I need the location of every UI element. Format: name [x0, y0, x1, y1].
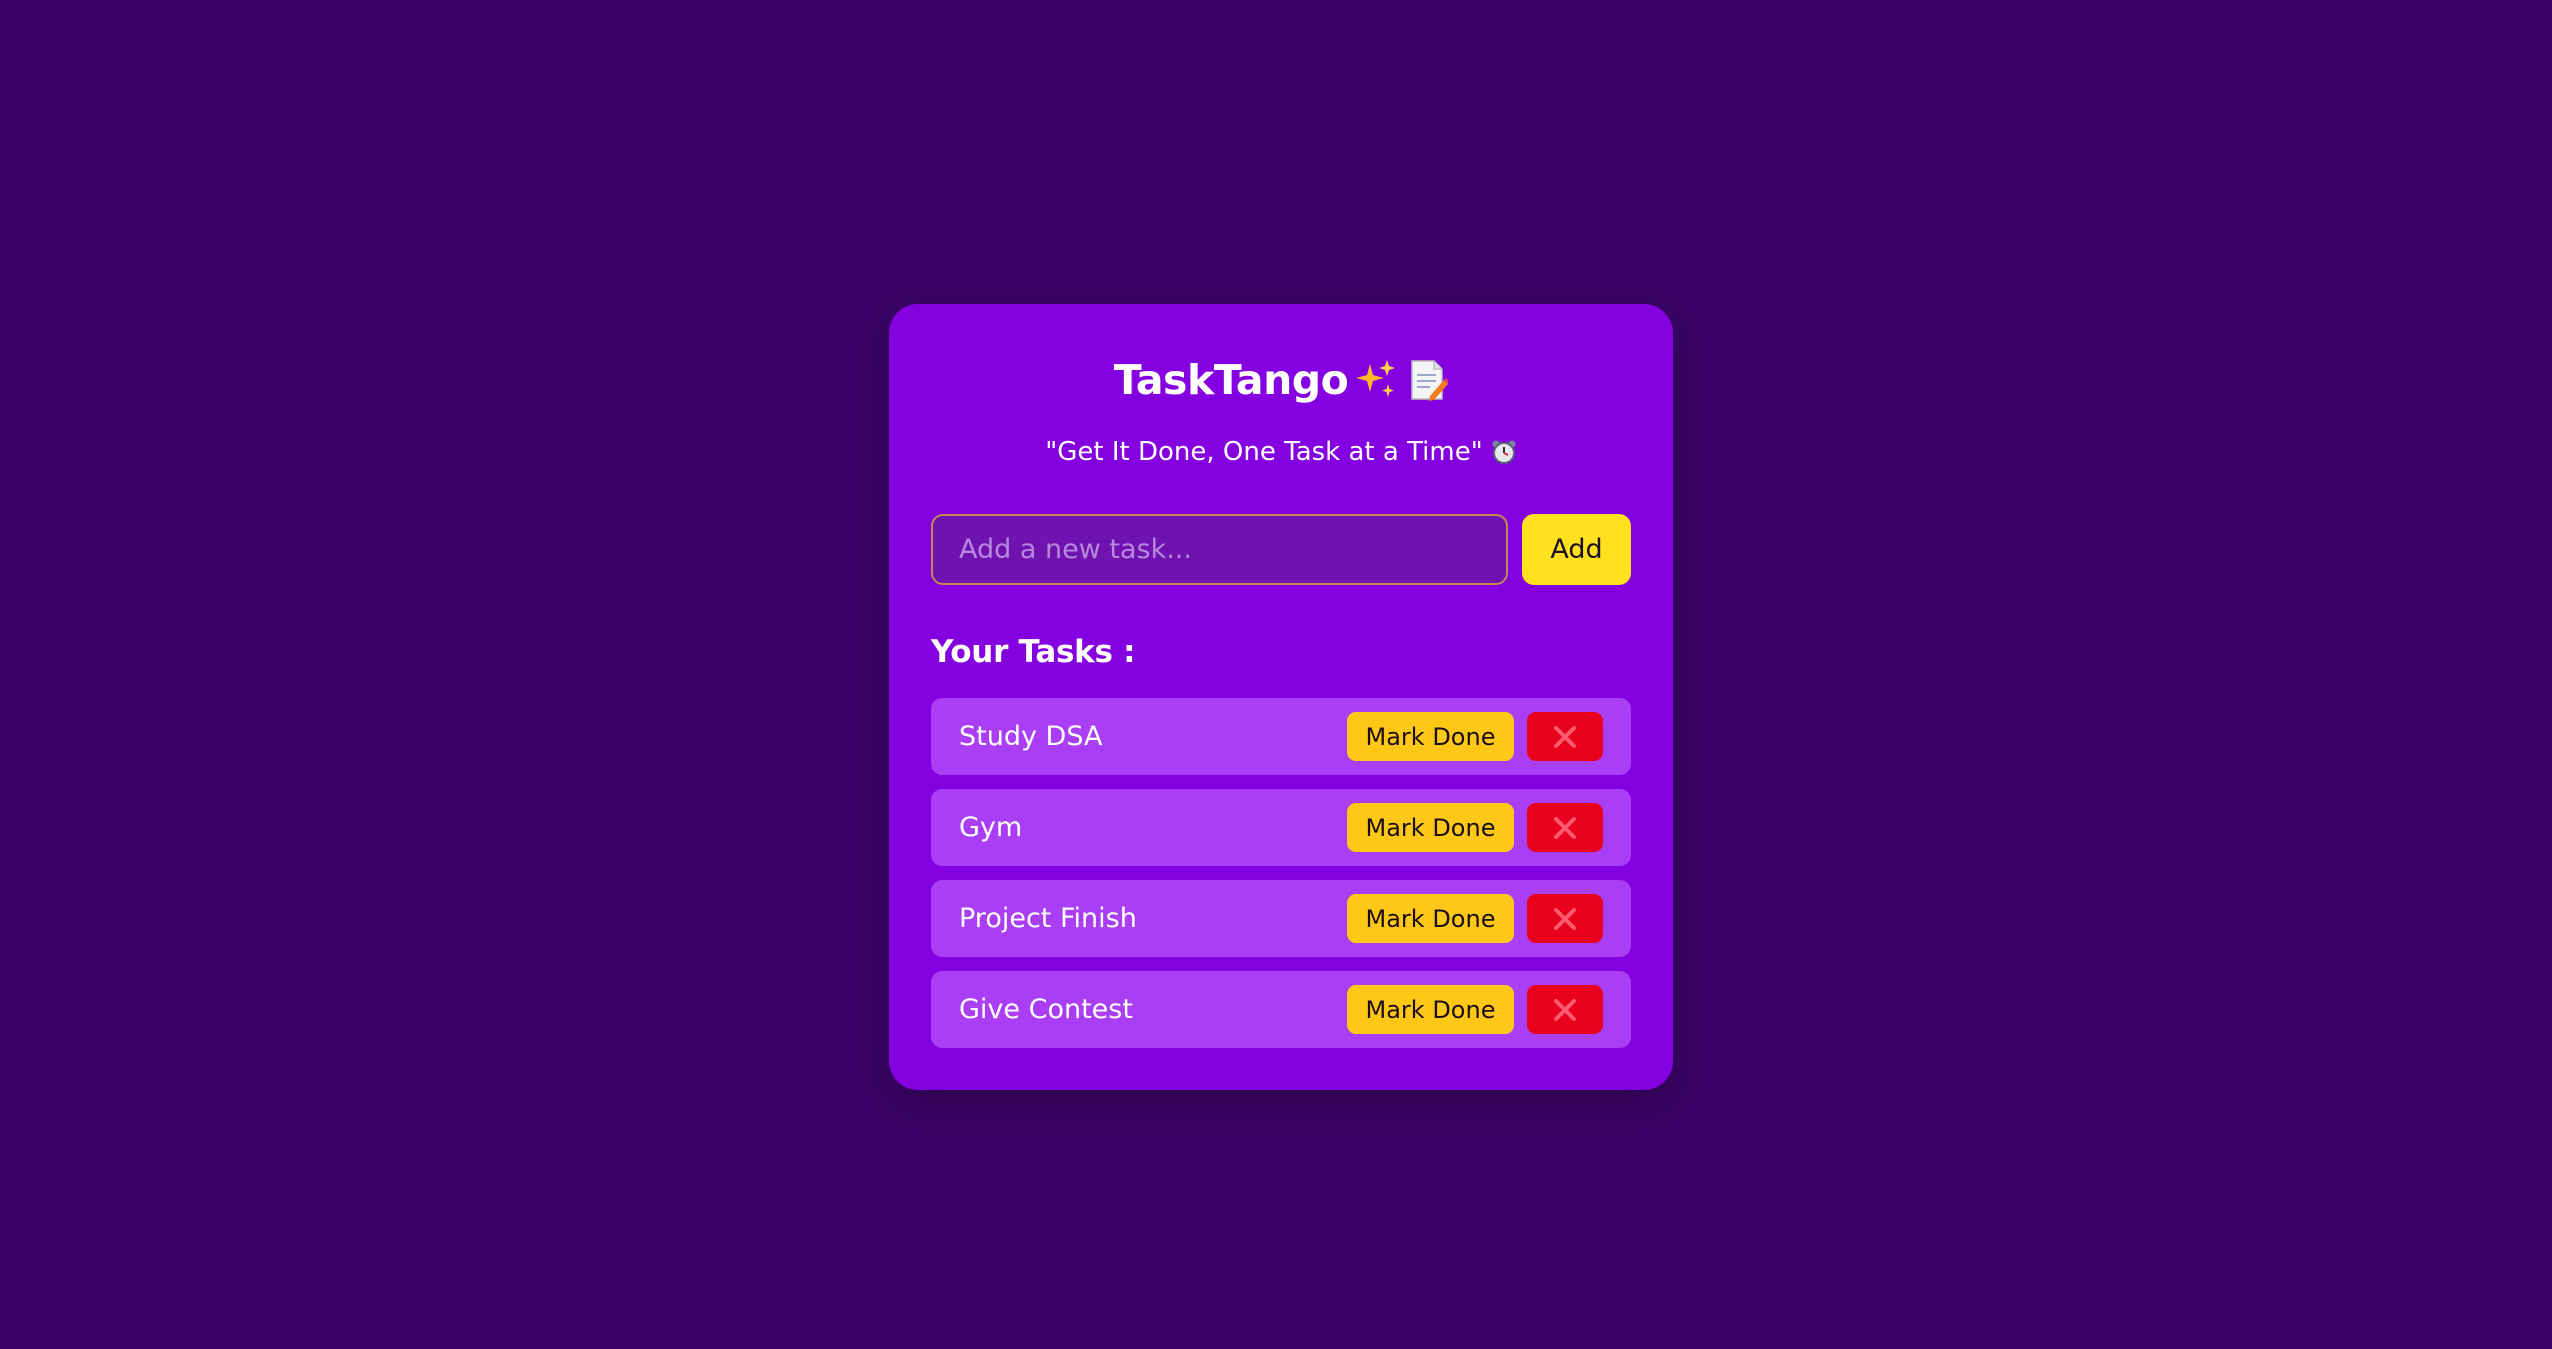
title-row: TaskTango — [889, 350, 1673, 410]
tagline-row: "Get It Done, One Task at a Time" — [889, 432, 1673, 472]
task-row: Study DSA Mark Done — [931, 698, 1631, 775]
task-list: Study DSA Mark Done Gym Mark Done Projec… — [931, 698, 1631, 1062]
title-icons — [1354, 358, 1449, 402]
app-title: TaskTango — [1113, 356, 1349, 404]
task-label: Give Contest — [959, 994, 1133, 1025]
cross-mark-icon — [1554, 816, 1576, 839]
task-label: Study DSA — [959, 721, 1103, 752]
task-label: Project Finish — [959, 903, 1137, 934]
tagline: "Get It Done, One Task at a Time" — [1045, 437, 1483, 467]
mark-done-button[interactable]: Mark Done — [1347, 894, 1514, 943]
mark-done-button[interactable]: Mark Done — [1347, 985, 1514, 1034]
memo-icon — [1411, 360, 1449, 401]
tasks-heading: Your Tasks : — [931, 634, 1136, 670]
cross-mark-icon — [1554, 998, 1576, 1021]
alarm-clock-icon — [1492, 440, 1516, 464]
task-row: Give Contest Mark Done — [931, 971, 1631, 1048]
add-button[interactable]: Add — [1522, 514, 1631, 585]
delete-task-button[interactable] — [1527, 712, 1603, 761]
delete-task-button[interactable] — [1527, 894, 1603, 943]
sparkles-icon — [1356, 360, 1396, 397]
new-task-input[interactable] — [931, 514, 1508, 585]
cross-mark-icon — [1554, 907, 1576, 930]
mark-done-button[interactable]: Mark Done — [1347, 712, 1514, 761]
task-card: TaskTango "Get It Done, One Task at a Ti… — [889, 304, 1673, 1090]
delete-task-button[interactable] — [1527, 985, 1603, 1034]
cross-mark-icon — [1554, 725, 1576, 748]
task-label: Gym — [959, 812, 1023, 843]
task-row: Project Finish Mark Done — [931, 880, 1631, 957]
add-task-row: Add — [931, 514, 1631, 585]
task-row: Gym Mark Done — [931, 789, 1631, 866]
mark-done-button[interactable]: Mark Done — [1347, 803, 1514, 852]
delete-task-button[interactable] — [1527, 803, 1603, 852]
